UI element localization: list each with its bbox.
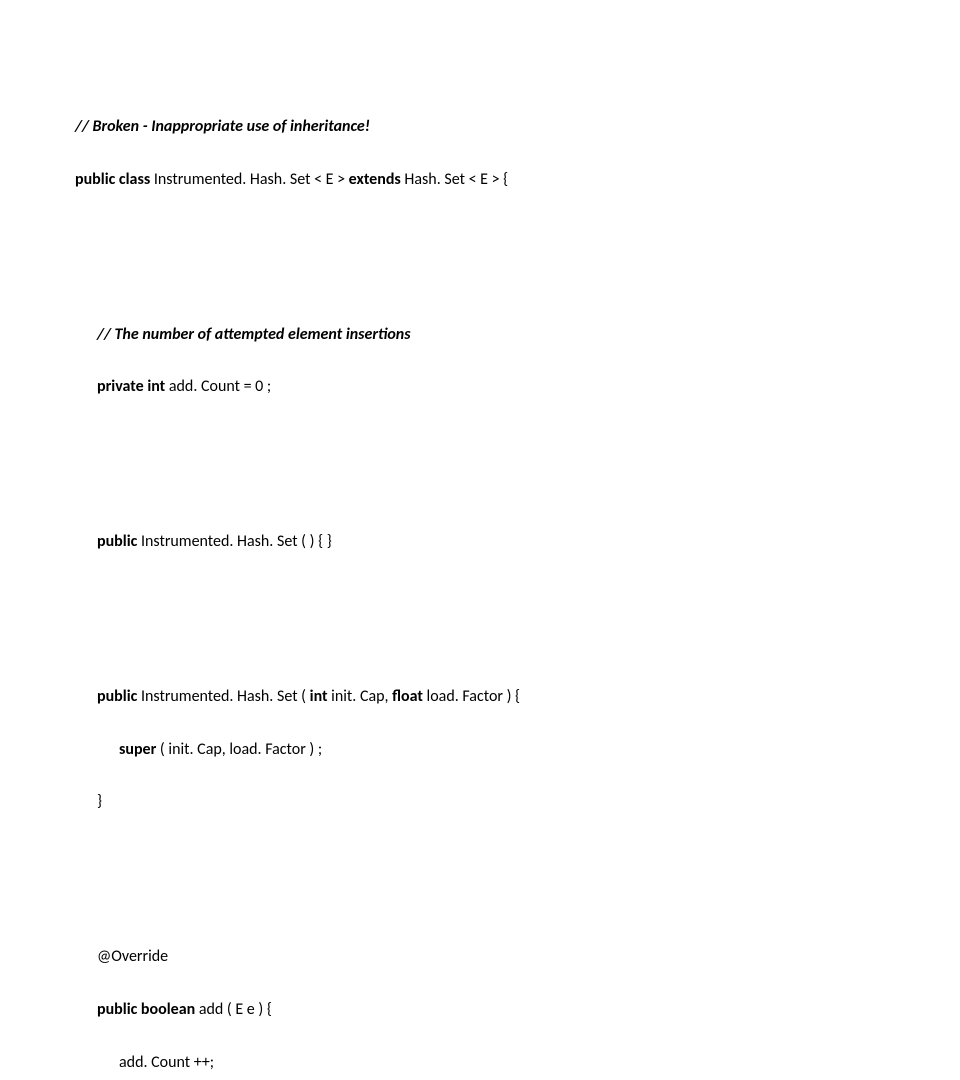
- para-ctor-args: public Instrumented. Hash. Set ( int ini…: [75, 653, 960, 847]
- para-field: // The number of attempted element inser…: [75, 290, 960, 431]
- method-add: public boolean add ( E e ) {: [97, 1001, 960, 1019]
- comment-insertions: // The number of attempted element inser…: [97, 326, 960, 344]
- ctor-empty: public Instrumented. Hash. Set ( ) { }: [97, 533, 960, 551]
- override-add: @Override: [97, 948, 960, 966]
- class-decl: public class Instrumented. Hash. Set < E…: [75, 171, 960, 189]
- add-inc: add. Count ++;: [97, 1054, 960, 1072]
- para-add: @Override public boolean add ( E e ) { a…: [75, 913, 960, 1080]
- ctor-args: public Instrumented. Hash. Set ( int ini…: [97, 688, 960, 706]
- comment-broken: // Broken - Inappropriate use of inherit…: [75, 118, 960, 136]
- para-ctor-empty: public Instrumented. Hash. Set ( ) { }: [75, 498, 960, 586]
- para-classdecl: // Broken - Inappropriate use of inherit…: [75, 83, 960, 224]
- code-slide: // Broken - Inappropriate use of inherit…: [0, 0, 960, 1080]
- ctor-super: super ( init. Cap, load. Factor ) ;: [97, 741, 960, 759]
- field-addcount: private int add. Count = 0 ;: [97, 378, 960, 396]
- code-block: // Broken - Inappropriate use of inherit…: [75, 30, 960, 1080]
- ctor-close: }: [97, 793, 960, 811]
